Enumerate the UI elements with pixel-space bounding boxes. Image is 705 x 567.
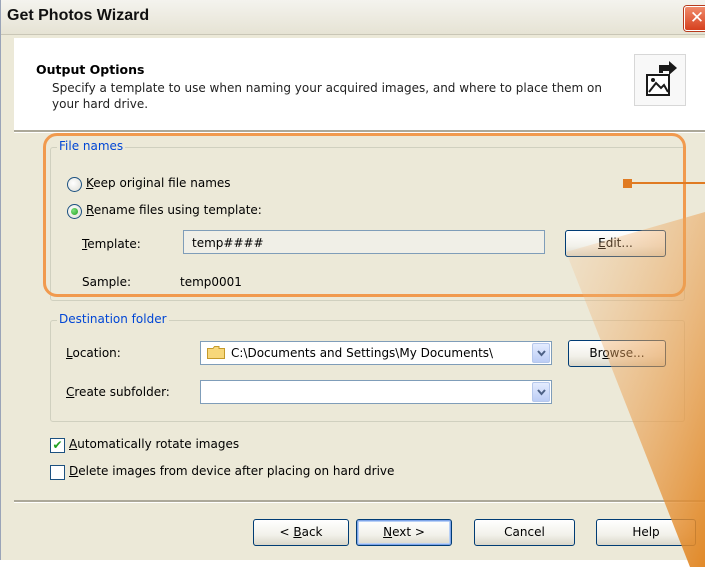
create-subfolder-dropdown[interactable]: [200, 380, 552, 404]
browse-button[interactable]: Browse...: [568, 340, 666, 367]
checkmark-icon: ✔: [52, 438, 63, 452]
auto-rotate-checkbox[interactable]: ✔: [50, 438, 65, 453]
destination-folder-group: Destination folder: [50, 312, 685, 422]
destination-folder-legend: Destination folder: [57, 312, 169, 326]
chevron-down-icon[interactable]: [532, 343, 550, 363]
close-button[interactable]: ✕: [684, 6, 705, 31]
chevron-down-icon[interactable]: [532, 382, 550, 402]
photo-export-icon: [634, 54, 686, 106]
location-dropdown[interactable]: C:\Documents and Settings\My Documents\: [200, 341, 552, 365]
highlight-frame: [43, 133, 686, 297]
footer-separator: [14, 500, 705, 503]
delete-after-label[interactable]: Delete images from device after placing …: [69, 464, 394, 478]
cancel-button[interactable]: Cancel: [474, 519, 575, 546]
back-button[interactable]: < Back: [253, 519, 349, 546]
title-bar[interactable]: Get Photos Wizard: [1, 0, 705, 35]
help-button[interactable]: Help: [596, 519, 696, 546]
header-title: Output Options: [36, 62, 145, 77]
location-value: C:\Documents and Settings\My Documents\: [231, 346, 494, 360]
next-button[interactable]: Next >: [356, 519, 452, 546]
delete-after-checkbox[interactable]: [50, 465, 65, 480]
auto-rotate-label[interactable]: Automatically rotate images: [69, 437, 239, 451]
window-title: Get Photos Wizard: [7, 7, 150, 24]
header-description: Specify a template to use when naming yo…: [52, 81, 603, 111]
create-subfolder-label: Create subfolder:: [66, 385, 170, 399]
location-label: Location:: [66, 346, 121, 360]
close-icon: ✕: [689, 8, 705, 28]
folder-icon: [207, 346, 225, 359]
